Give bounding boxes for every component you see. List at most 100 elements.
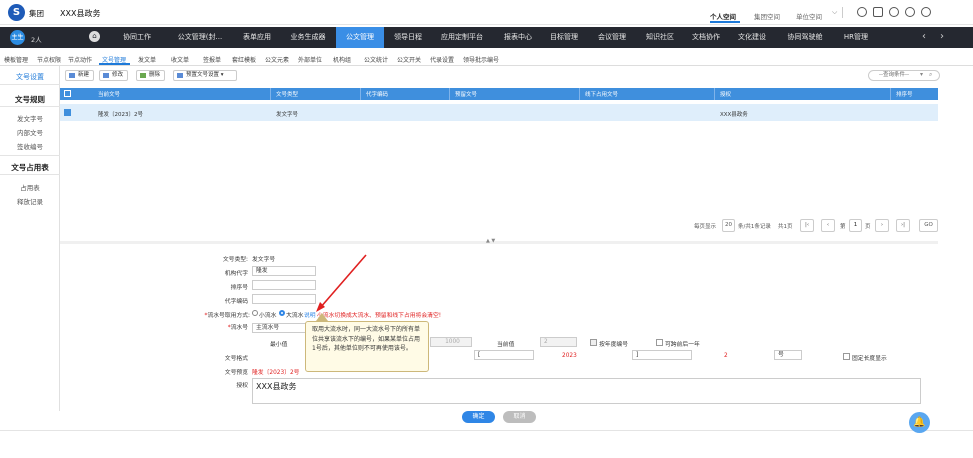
per-page-select[interactable]: 20 xyxy=(722,219,735,232)
select-all-checkbox[interactable] xyxy=(64,90,71,97)
go-button[interactable]: GO xyxy=(919,219,938,232)
code-input[interactable] xyxy=(252,294,316,304)
table-row[interactable] xyxy=(60,104,938,121)
subnav-item-13[interactable]: 代录设置 xyxy=(430,55,454,64)
search-icon[interactable] xyxy=(889,7,899,17)
nav-item-1[interactable]: 公文管理(封... xyxy=(170,27,230,48)
col-type[interactable]: 文号类型 xyxy=(276,90,298,98)
personal-space-link[interactable]: 个人空间 xyxy=(710,11,736,21)
row-checkbox[interactable] xyxy=(64,109,71,116)
format-open-input[interactable]: [ xyxy=(474,350,534,360)
first-page-button[interactable]: |‹ xyxy=(800,219,814,232)
nav-next-icon[interactable]: › xyxy=(940,31,944,42)
small-serial-radio[interactable] xyxy=(252,310,258,316)
agency-input[interactable]: 隆发 xyxy=(252,266,316,276)
sidebar-section-rules[interactable]: 文号规则 xyxy=(0,94,60,105)
sort-input[interactable] xyxy=(252,280,316,290)
prev-page-button[interactable]: ‹ xyxy=(821,219,835,232)
divider xyxy=(449,88,450,100)
preset-button[interactable]: 预置文号设置 ▾ xyxy=(173,70,237,81)
subnav-item-9[interactable]: 外部单位 xyxy=(298,55,322,64)
nav-item-7[interactable]: 报表中心 xyxy=(496,27,540,48)
yearly-checkbox[interactable] xyxy=(590,339,597,346)
nav-item-6[interactable]: 应用定制平台 xyxy=(432,27,492,48)
col-code[interactable]: 代字编码 xyxy=(366,90,388,98)
col-current-number[interactable]: 当前文号 xyxy=(98,90,120,98)
last-page-button[interactable]: ›| xyxy=(896,219,910,232)
nav-item-14[interactable]: HR管理 xyxy=(836,27,876,48)
dropdown-icon[interactable]: ▾ xyxy=(920,71,923,78)
chevron-down-icon[interactable]: ⌵ xyxy=(832,8,837,17)
nav-item-4[interactable]: 公文管理 xyxy=(336,27,384,48)
tooltip-pointer xyxy=(316,313,328,321)
nav-item-10[interactable]: 知识社区 xyxy=(638,27,682,48)
subnav-item-12[interactable]: 公文开关 xyxy=(397,55,421,64)
group-space-link[interactable]: 集团空间 xyxy=(754,11,780,21)
sidebar-title[interactable]: 文号设置 xyxy=(0,72,60,82)
col-reserved[interactable]: 预留文号 xyxy=(455,90,477,98)
subnav-item-6[interactable]: 签报单 xyxy=(203,55,221,64)
edit-button[interactable]: 修改 xyxy=(99,70,128,81)
nav-prev-icon[interactable]: ‹ xyxy=(922,31,926,42)
message-icon[interactable] xyxy=(905,7,915,17)
org-name[interactable]: 集团 xyxy=(29,8,44,19)
subnav-item-0[interactable]: 模板管理 xyxy=(4,55,28,64)
delete-button[interactable]: 删除 xyxy=(136,70,165,81)
avatar[interactable]: 主生 xyxy=(10,30,25,45)
nav-item-9[interactable]: 会议管理 xyxy=(590,27,634,48)
big-serial-radio[interactable] xyxy=(279,310,285,316)
subnav-item-7[interactable]: 套红模板 xyxy=(232,55,256,64)
subnav-item-1[interactable]: 节点权限 xyxy=(37,55,61,64)
cur-input[interactable]: 2 xyxy=(540,337,577,347)
auth-textarea[interactable]: XXX县政务 xyxy=(252,378,921,404)
serialno-select[interactable]: 主流水号 xyxy=(252,323,312,333)
nav-item-5[interactable]: 领导日程 xyxy=(386,27,430,48)
subnav-item-10[interactable]: 机构组 xyxy=(333,55,351,64)
subnav-item-5[interactable]: 收文单 xyxy=(171,55,189,64)
subnav-item-14[interactable]: 领导批示编号 xyxy=(463,55,499,64)
sidebar-item-sign-number[interactable]: 签收编号 xyxy=(0,141,60,151)
cell-current-number: 隆发〔2023〕2号 xyxy=(98,112,143,118)
page-input[interactable]: 1 xyxy=(849,219,862,232)
nav-item-11[interactable]: 文档协作 xyxy=(684,27,728,48)
unit-space-link[interactable]: 单位空间 xyxy=(796,11,822,21)
cancel-button[interactable]: 取消 xyxy=(503,411,536,423)
format-number: 2 xyxy=(724,353,728,359)
nav-item-13[interactable]: 协同驾驶舱 xyxy=(778,27,832,48)
nav-item-0[interactable]: 协同工作 xyxy=(112,27,162,48)
min-input[interactable]: 1000 xyxy=(430,337,472,347)
search-icon[interactable]: ⌕ xyxy=(929,71,932,79)
sidebar-item-release[interactable]: 释放记录 xyxy=(0,196,60,206)
nav-item-2[interactable]: 表单应用 xyxy=(234,27,280,48)
user-icon[interactable] xyxy=(857,7,867,17)
settings-icon[interactable] xyxy=(921,7,931,17)
col-auth[interactable]: 授权 xyxy=(720,90,731,98)
subnav-item-8[interactable]: 公文元素 xyxy=(265,55,289,64)
cross-year-checkbox[interactable] xyxy=(656,339,663,346)
home-icon[interactable]: ⌂ xyxy=(89,31,100,42)
nav-item-12[interactable]: 文化建设 xyxy=(730,27,774,48)
sidebar-item-internal-number[interactable]: 内部文号 xyxy=(0,127,60,137)
divider xyxy=(0,155,60,156)
subnav-item-11[interactable]: 公文统计 xyxy=(364,55,388,64)
new-button[interactable]: 新建 xyxy=(65,70,94,81)
nav-item-8[interactable]: 目标管理 xyxy=(542,27,586,48)
subnav-item-4[interactable]: 发文单 xyxy=(138,55,156,64)
sidebar-section-occupancy[interactable]: 文号占用表 xyxy=(0,162,60,173)
fixed-length-checkbox[interactable] xyxy=(843,353,850,360)
sidebar-item-occupancy[interactable]: 占用表 xyxy=(0,182,60,192)
sidebar-item-send-number[interactable]: 发文字号 xyxy=(0,113,60,123)
subnav-item-2[interactable]: 节点动作 xyxy=(68,55,92,64)
next-page-button[interactable]: › xyxy=(875,219,889,232)
col-offline[interactable]: 线下占用文号 xyxy=(585,90,618,98)
splitter[interactable] xyxy=(60,241,938,244)
col-sort[interactable]: 排序号 xyxy=(896,90,913,98)
bell-icon[interactable]: 🔔 xyxy=(909,412,930,433)
format-close-input[interactable]: ] xyxy=(632,350,692,360)
format-unit-input[interactable]: 号 xyxy=(774,350,802,360)
nav-item-3[interactable]: 业务生成器 xyxy=(284,27,332,48)
collapse-icon[interactable]: ▲ ▼ xyxy=(486,238,495,244)
top-bar xyxy=(0,0,973,25)
confirm-button[interactable]: 确定 xyxy=(462,411,495,423)
apps-icon[interactable] xyxy=(873,7,883,17)
